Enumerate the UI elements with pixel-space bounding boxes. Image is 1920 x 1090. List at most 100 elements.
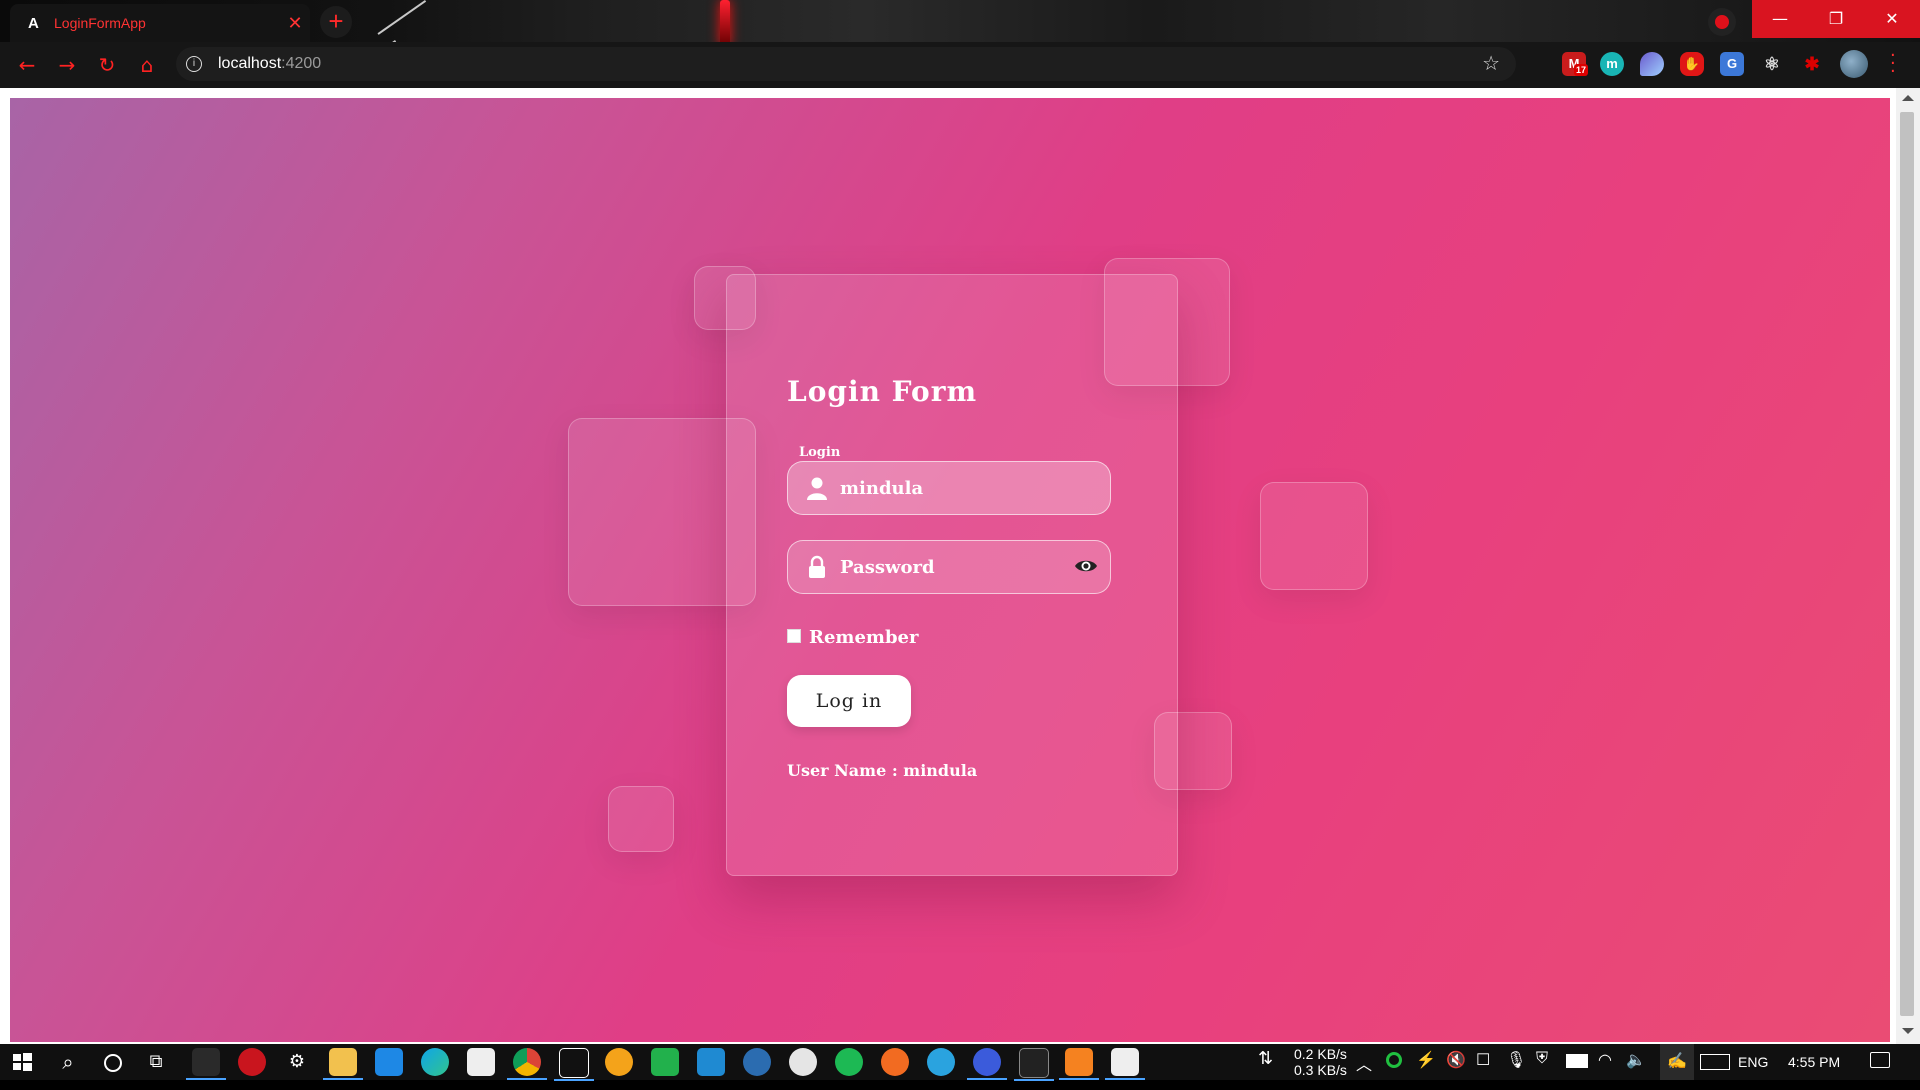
- spotify-icon[interactable]: [835, 1048, 863, 1076]
- window-controls: — ❐ ✕: [1752, 0, 1920, 38]
- restore-button[interactable]: ❐: [1808, 0, 1864, 38]
- browser-tab[interactable]: A LoginFormApp ✕: [10, 4, 310, 42]
- reload-icon[interactable]: ↻: [92, 50, 122, 80]
- settings-gear-icon[interactable]: ⚙: [283, 1048, 311, 1076]
- minimize-button[interactable]: —: [1752, 0, 1808, 38]
- login-card: Login Form Login Remember: [726, 274, 1178, 876]
- app-icon[interactable]: [186, 1048, 226, 1080]
- download-speed: 0.2 KB/s: [1294, 1046, 1347, 1062]
- hand-extension-icon[interactable]: ✋: [1680, 52, 1704, 76]
- mail-icon[interactable]: [375, 1048, 403, 1076]
- login-button[interactable]: Log in: [787, 675, 911, 727]
- battery-icon[interactable]: [1566, 1054, 1588, 1068]
- home-icon[interactable]: ⌂: [132, 50, 162, 80]
- username-status-text: User Name : mindula: [787, 761, 978, 780]
- spreadsheet-icon[interactable]: [651, 1048, 679, 1076]
- lock-icon: [809, 555, 825, 578]
- network-speed: 0.2 KB/s 0.3 KB/s: [1294, 1046, 1347, 1078]
- pen-icon[interactable]: ✍: [1660, 1044, 1694, 1080]
- upload-speed: 0.3 KB/s: [1294, 1062, 1347, 1078]
- show-password-eye-icon[interactable]: [1074, 557, 1098, 575]
- username-field[interactable]: [787, 461, 1111, 515]
- wifi-icon[interactable]: ◠: [1598, 1050, 1612, 1086]
- search-icon[interactable]: ⌕: [54, 1048, 82, 1076]
- language-indicator[interactable]: ENG: [1738, 1054, 1768, 1090]
- bookmark-star-icon[interactable]: ☆: [1482, 51, 1500, 75]
- keyboard-icon[interactable]: [1700, 1054, 1730, 1070]
- decor-slash: [377, 0, 427, 35]
- tray-app-icon[interactable]: ⚡: [1416, 1050, 1436, 1086]
- app-orange-icon[interactable]: [605, 1048, 633, 1076]
- record-icon[interactable]: [1708, 8, 1736, 36]
- back-arrow-icon[interactable]: ←: [12, 50, 42, 80]
- windows-start-icon[interactable]: [8, 1048, 36, 1076]
- sublime-icon[interactable]: [1059, 1048, 1099, 1080]
- remember-checkbox[interactable]: [787, 628, 801, 643]
- puzzle-extension-icon[interactable]: ✱: [1800, 52, 1824, 76]
- m-extension-icon[interactable]: m: [1600, 52, 1624, 76]
- chrome-icon[interactable]: [507, 1048, 547, 1080]
- terminal-icon[interactable]: [1014, 1048, 1054, 1081]
- translate-extension-icon[interactable]: G: [1720, 52, 1744, 76]
- status-circle-icon[interactable]: [1386, 1052, 1402, 1068]
- url-port: :4200: [281, 55, 322, 72]
- vscode-icon[interactable]: [697, 1048, 725, 1076]
- scroll-down-arrow-icon[interactable]: [1902, 1028, 1914, 1034]
- word-icon[interactable]: [743, 1048, 771, 1076]
- login-field-label: Login: [799, 445, 841, 460]
- decor-square: [608, 786, 674, 852]
- mute-icon[interactable]: 🔇: [1446, 1050, 1466, 1086]
- url-text: localhost:4200: [218, 55, 321, 73]
- clock-time[interactable]: 4:55 PM: [1788, 1054, 1840, 1090]
- network-speed-arrows-icon: ⇅: [1258, 1048, 1274, 1068]
- tab-close-icon[interactable]: ✕: [280, 13, 310, 34]
- remember-label: Remember: [809, 627, 919, 648]
- app-blue-icon[interactable]: [967, 1048, 1007, 1080]
- address-bar[interactable]: i localhost:4200 ☆: [176, 47, 1516, 81]
- meet-icon[interactable]: ☐: [1476, 1050, 1490, 1086]
- profile-avatar[interactable]: [1840, 50, 1868, 78]
- login-page: Login Form Login Remember: [10, 98, 1890, 1042]
- forward-arrow-icon[interactable]: →: [52, 50, 82, 80]
- username-input[interactable]: [838, 472, 1072, 504]
- file-explorer-icon[interactable]: [323, 1048, 363, 1080]
- react-extension-icon[interactable]: ⚛: [1760, 52, 1784, 76]
- volume-icon[interactable]: 🔈: [1626, 1050, 1646, 1086]
- site-info-icon[interactable]: i: [186, 56, 202, 72]
- user-icon: [807, 477, 827, 500]
- decor-square: [1260, 482, 1368, 590]
- new-tab-button[interactable]: +: [320, 6, 352, 38]
- scroll-up-arrow-icon[interactable]: [1902, 95, 1914, 101]
- page-scrollbar[interactable]: [1896, 88, 1920, 1044]
- browser-toolbar: ← → ↻ ⌂ i localhost:4200 ☆ M 17 m ✋ G ⚛ ✱…: [0, 42, 1920, 88]
- postman-icon[interactable]: [881, 1048, 909, 1076]
- form-title: Login Form: [787, 375, 978, 408]
- edge-icon[interactable]: [421, 1048, 449, 1076]
- windows-taskbar: ⌕ ⧉ ⚙ ⇅ 0.2 KB/s 0.3 KB/s ︿ ⚡ 🔇 ☐ 🎙 ⛨ ◠ …: [0, 1044, 1920, 1081]
- intellij-icon[interactable]: [554, 1048, 594, 1081]
- browser-menu-icon[interactable]: · · ·: [1890, 47, 1896, 81]
- microphone-icon[interactable]: 🎙: [1506, 1050, 1526, 1086]
- password-input[interactable]: [838, 551, 1072, 583]
- gmail-extension-icon[interactable]: M 17: [1562, 52, 1589, 76]
- slack-icon[interactable]: [789, 1048, 817, 1076]
- antivirus-icon[interactable]: [238, 1048, 266, 1076]
- notification-badge: 17: [1574, 64, 1589, 76]
- browser-tab-bar: A LoginFormApp ✕ + — ❐ ✕: [0, 0, 1920, 48]
- remember-option[interactable]: Remember: [787, 627, 918, 648]
- scrollbar-thumb[interactable]: [1900, 112, 1914, 1016]
- password-field[interactable]: [787, 540, 1111, 594]
- clapper-icon[interactable]: [1105, 1048, 1145, 1080]
- notification-center-icon[interactable]: [1870, 1052, 1890, 1068]
- telegram-icon[interactable]: [927, 1048, 955, 1076]
- store-icon[interactable]: [467, 1048, 495, 1076]
- cortana-icon[interactable]: [98, 1048, 126, 1076]
- drop-extension-icon[interactable]: [1640, 52, 1664, 76]
- close-window-button[interactable]: ✕: [1864, 0, 1920, 38]
- task-view-icon[interactable]: ⧉: [142, 1048, 170, 1076]
- decor-red-streak: [720, 0, 730, 46]
- tab-title: LoginFormApp: [54, 15, 146, 31]
- security-shield-icon[interactable]: ⛨: [1536, 1050, 1548, 1086]
- url-host: localhost: [218, 55, 282, 72]
- show-hidden-icons-chevron-icon[interactable]: ︿: [1356, 1051, 1372, 1087]
